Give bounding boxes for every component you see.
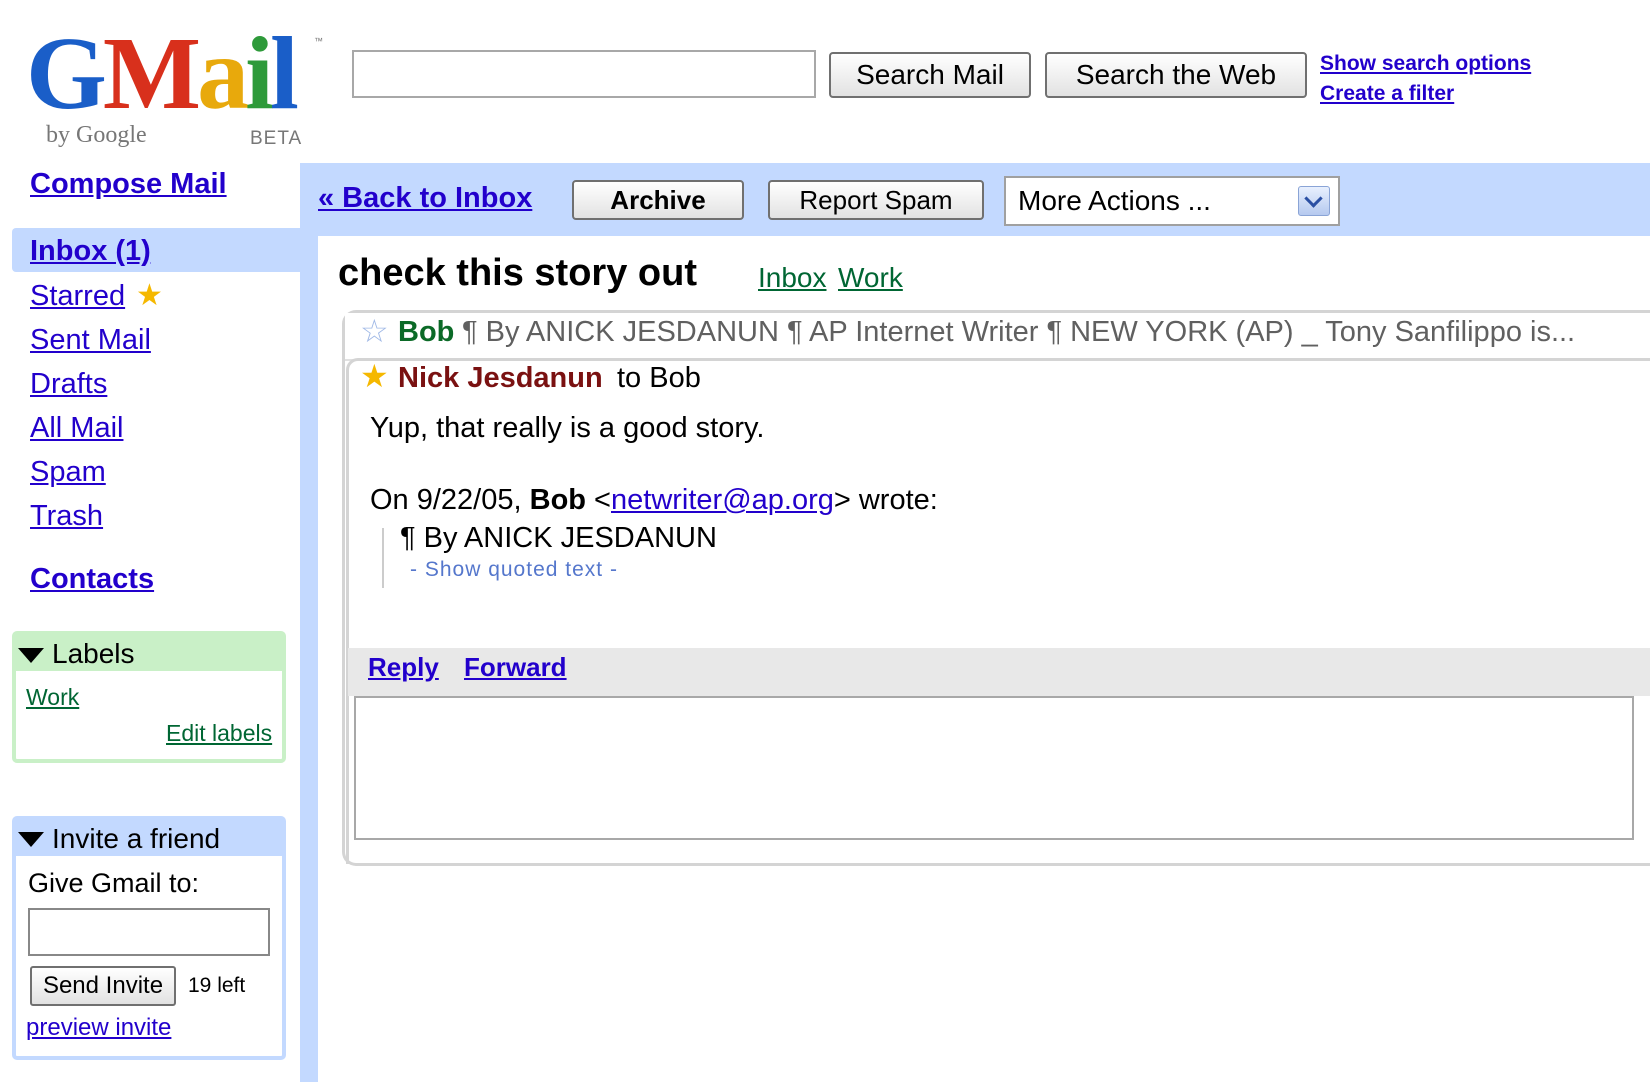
sidebar-item-trash[interactable]: Trash	[30, 500, 103, 533]
label-chip-work[interactable]: Work	[838, 262, 903, 294]
show-quoted-text-link[interactable]: - Show quoted text -	[410, 558, 618, 582]
sidebar-item-starred[interactable]: Starred	[30, 280, 125, 313]
star-outline-icon[interactable]: ☆	[360, 312, 389, 350]
sidebar-item-drafts[interactable]: Drafts	[30, 368, 107, 401]
quote-attribution: On 9/22/05, Bob <netwriter@ap.org> wrote…	[370, 484, 938, 516]
invites-left-count: 19 left	[188, 974, 246, 997]
quoted-text: ¶ By ANICK JESDANUN	[400, 522, 717, 554]
message-recipient: to Bob	[617, 362, 701, 394]
give-gmail-label: Give Gmail to:	[28, 868, 200, 898]
invite-title: Invite a friend	[52, 823, 221, 854]
more-actions-select[interactable]: More Actions ...	[1004, 176, 1340, 226]
sidebar-item-spam[interactable]: Spam	[30, 456, 106, 489]
sidebar-item-inbox[interactable]: Inbox (1)	[30, 235, 151, 268]
search-input[interactable]	[352, 50, 816, 98]
contacts-link[interactable]: Contacts	[30, 563, 154, 596]
message-sender: Nick Jesdanun	[398, 362, 603, 394]
star-icon: ★	[136, 279, 163, 312]
archive-button[interactable]: Archive	[572, 180, 744, 220]
collapse-triangle-icon[interactable]	[18, 832, 44, 847]
search-web-button[interactable]: Search the Web	[1045, 52, 1307, 98]
logo-wordmark: GMail	[26, 16, 299, 131]
preview-invite-link[interactable]: preview invite	[26, 1014, 171, 1042]
labels-title: Labels	[52, 638, 135, 669]
quote-author: Bob	[529, 484, 586, 516]
logo-trademark: ™	[314, 36, 323, 46]
reply-textarea[interactable]	[354, 696, 1634, 840]
chevron-down-icon[interactable]	[1298, 186, 1330, 216]
logo-beta: BETA	[250, 128, 303, 149]
collapse-triangle-icon[interactable]	[18, 648, 44, 663]
star-icon[interactable]: ★	[360, 357, 389, 395]
reply-link[interactable]: Reply	[368, 652, 439, 683]
back-to-inbox-link[interactable]: « Back to Inbox	[318, 182, 532, 215]
search-mail-button[interactable]: Search Mail	[829, 52, 1031, 98]
sidebar-item-all-mail[interactable]: All Mail	[30, 412, 123, 445]
gmail-logo[interactable]: GMail ™ by Google BETA	[26, 22, 326, 152]
invite-email-input[interactable]	[28, 908, 270, 956]
compose-mail-link[interactable]: Compose Mail	[30, 168, 227, 201]
edit-labels-link[interactable]: Edit labels	[166, 720, 272, 747]
sidebar-item-sent[interactable]: Sent Mail	[30, 324, 151, 357]
report-spam-button[interactable]: Report Spam	[768, 180, 984, 220]
logo-by-google: by Google	[46, 122, 147, 148]
conversation-subject: check this story out	[338, 252, 697, 294]
collapsed-sender: Bob	[398, 316, 455, 348]
create-filter-link[interactable]: Create a filter	[1320, 82, 1454, 106]
forward-link[interactable]: Forward	[464, 652, 567, 683]
label-chip-inbox[interactable]: Inbox	[758, 262, 827, 294]
show-search-options-link[interactable]: Show search options	[1320, 52, 1531, 76]
label-item-work[interactable]: Work	[26, 684, 79, 711]
message-body: Yup, that really is a good story.	[370, 412, 765, 444]
quote-bar	[382, 528, 384, 588]
send-invite-button[interactable]: Send Invite	[30, 966, 176, 1006]
quote-email-link[interactable]: netwriter@ap.org	[611, 484, 834, 516]
more-actions-value: More Actions ...	[1018, 185, 1211, 216]
collapsed-snippet: ¶ By ANICK JESDANUN ¶ AP Internet Writer…	[462, 316, 1576, 348]
